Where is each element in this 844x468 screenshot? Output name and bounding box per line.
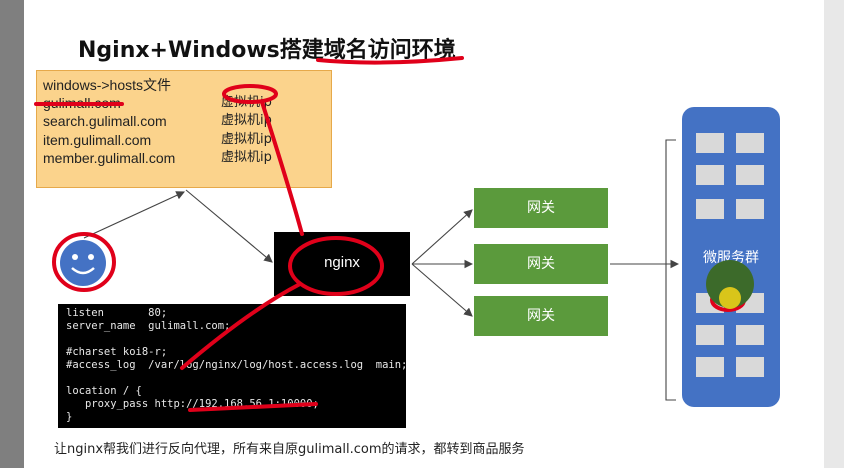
nginx-to-config-stroke	[180, 282, 302, 370]
connectors-and-annotations	[34, 56, 754, 412]
ip-circle	[222, 84, 278, 104]
user-circle	[52, 232, 116, 292]
ip-to-nginx-stroke	[260, 100, 304, 236]
proxy-underline	[188, 402, 318, 412]
arrow-hosts-to-nginx	[185, 189, 273, 263]
title-underline	[316, 56, 464, 65]
arrow-nginx-to-gateway-1	[411, 209, 473, 265]
cursor-dot	[719, 287, 741, 309]
nginx-circle	[288, 236, 384, 296]
arrow-nginx-to-gateway-3	[411, 263, 473, 317]
arrow-user-to-hosts	[83, 191, 185, 239]
annotation-marks	[34, 56, 746, 412]
cluster-bracket	[665, 139, 676, 401]
